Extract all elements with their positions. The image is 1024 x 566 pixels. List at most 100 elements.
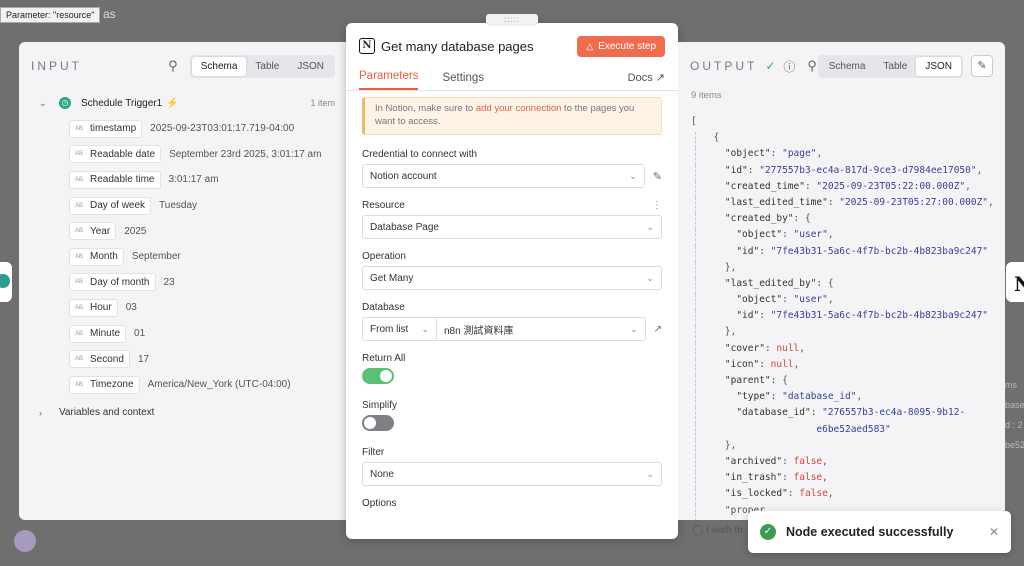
notion-icon: N [359,38,375,54]
json-line: "parent": { [695,375,1005,392]
output-tab-schema[interactable]: Schema [820,57,875,76]
output-tab-table[interactable]: Table [874,57,916,76]
json-line: "created_by": { [695,213,1005,230]
chevron-down-icon[interactable]: ⌄ [39,98,53,109]
schema-field-row[interactable]: AB Readable date September 23rd 2025, 3:01… [31,142,335,168]
field-key-pill[interactable]: AB Month [69,247,124,266]
execute-step-button[interactable]: △ Execute step [577,35,665,57]
database-select[interactable]: n8n 測試資料庫 ⌄ [436,317,646,341]
toast-message: Node executed successfully [786,525,954,539]
canvas-node-left[interactable] [0,262,12,302]
operation-value: Get Many [370,272,414,284]
variables-context-row[interactable]: › Variables and context [31,398,335,428]
field-key: Second [90,353,124,365]
input-label: INPUT [31,59,82,73]
avatar[interactable] [14,530,36,552]
search-icon[interactable]: ⚲ [807,58,817,74]
field-key: Timezone [90,379,134,391]
chevron-down-icon: ⌄ [630,323,638,334]
json-line: "object": "page", [695,148,1005,165]
schema-field-row[interactable]: AB timestamp 2025-09-23T03:01:17.719-04:00 [31,116,335,142]
database-mode-value: From list [370,323,409,335]
resource-select[interactable]: Database Page ⌄ [362,215,662,239]
schema-field-row[interactable]: AB Day of month 23 [31,270,335,296]
filter-label: Filter [362,447,385,458]
notion-node-icon: N [1014,272,1024,296]
schema-field-row[interactable]: AB Hour 03 [31,295,335,321]
operation-select[interactable]: Get Many ⌄ [362,266,662,290]
return-all-label: Return All [362,353,406,364]
docs-link[interactable]: Docs ↗ [628,71,665,90]
connection-notice: In Notion, make sure to add your connect… [362,97,662,135]
schema-field-row[interactable]: AB Day of week Tuesday [31,193,335,219]
input-tab-schema[interactable]: Schema [191,56,247,76]
json-line: "last_edited_time": "2025-09-23T05:27:00… [695,196,1005,214]
trigger-node-row[interactable]: ⌄ ◷ Schedule Trigger1 ⚡ 1 item [31,90,335,116]
input-tab-table[interactable]: Table [246,57,288,76]
credential-label: Credential to connect with [362,149,478,160]
field-key-pill[interactable]: AB Readable date [69,145,162,164]
node-settings-modal: N Get many database pages △ Execute step… [346,23,678,539]
drag-handle[interactable]: ::::: [486,14,538,26]
field-key: Readable date [90,148,156,160]
docs-label: Docs [627,72,653,84]
field-value: America/New_York (UTC-04:00) [147,379,291,391]
feedback-prompt[interactable]: ◯ I wish th [692,525,743,536]
output-tab-json[interactable]: JSON [916,56,961,76]
simplify-toggle[interactable] [362,415,394,431]
filter-value: None [370,468,394,480]
schema-field-row[interactable]: AB Readable time 3:01:17 am [31,167,335,193]
check-circle-icon: ✓ [765,59,776,73]
bolt-icon: ⚡ [166,97,179,109]
field-key-pill[interactable]: AB Second [69,350,130,369]
output-items-count: 9 items [691,90,722,101]
field-key-pill[interactable]: AB Timezone [69,375,140,394]
return-all-toggle[interactable] [362,368,394,384]
schema-field-row[interactable]: AB Second 17 [31,346,335,372]
schema-field-row[interactable]: AB Timezone America/New_York (UTC-04:00) [31,372,335,398]
field-key-pill[interactable]: AB Day of month [69,273,156,292]
resource-label: Resource [362,200,405,211]
field-key-pill[interactable]: AB Year [69,222,117,241]
schema-field-row[interactable]: AB Minute 01 [31,321,335,347]
json-line: "cover": null, [695,342,1005,359]
json-line: "last_edited_by": { [695,277,1005,295]
canvas-node-right[interactable]: N [1006,262,1024,302]
field-key: Year [90,225,111,237]
tab-settings[interactable]: Settings [442,72,484,90]
search-icon[interactable]: ⚲ [168,58,178,74]
credential-select[interactable]: Notion account ⌄ [362,164,645,188]
json-viewer[interactable]: [ { "object": "page", "id": "277557b3-ec… [678,116,1005,520]
string-type-icon: AB [75,381,84,388]
chevron-down-icon: ⌄ [646,272,654,283]
edit-credential-icon[interactable]: ✎ [653,170,662,183]
field-key-pill[interactable]: AB Hour [69,298,118,317]
schema-field-row[interactable]: AB Year 2025 [31,218,335,244]
add-connection-link[interactable]: add your connection [476,103,562,114]
field-key-pill[interactable]: AB Minute [69,324,127,343]
edit-output-button[interactable]: ✎ [971,55,993,77]
open-database-icon[interactable]: ↗ [654,324,662,335]
lightbulb-icon: ◯ [692,525,704,536]
json-line: "icon": null, [695,358,1005,375]
filter-select[interactable]: None ⌄ [362,462,662,486]
field-key-pill[interactable]: AB Readable time [69,170,161,189]
database-mode-select[interactable]: From list ⌄ [362,317,436,341]
tab-parameters[interactable]: Parameters [359,70,419,90]
field-key: Minute [90,328,121,340]
chevron-right-icon[interactable]: › [39,408,53,418]
database-label: Database [362,302,405,313]
more-options-icon[interactable]: ⋮ [652,200,662,211]
input-tab-json[interactable]: JSON [288,57,333,76]
info-icon[interactable]: ⓘ [783,58,795,75]
field-key-pill[interactable]: AB Day of week [69,196,152,215]
canvas-title-fragment: as [103,7,116,21]
field-value: 01 [134,328,146,340]
field-value: 03 [125,302,137,314]
chevron-down-icon: ⌄ [421,323,429,334]
field-key-pill[interactable]: AB timestamp [69,119,143,138]
modal-title: Get many database pages [381,38,534,54]
json-line: "in_trash": false, [695,472,1005,489]
close-icon[interactable]: ✕ [989,525,999,539]
schema-field-row[interactable]: AB Month September [31,244,335,270]
